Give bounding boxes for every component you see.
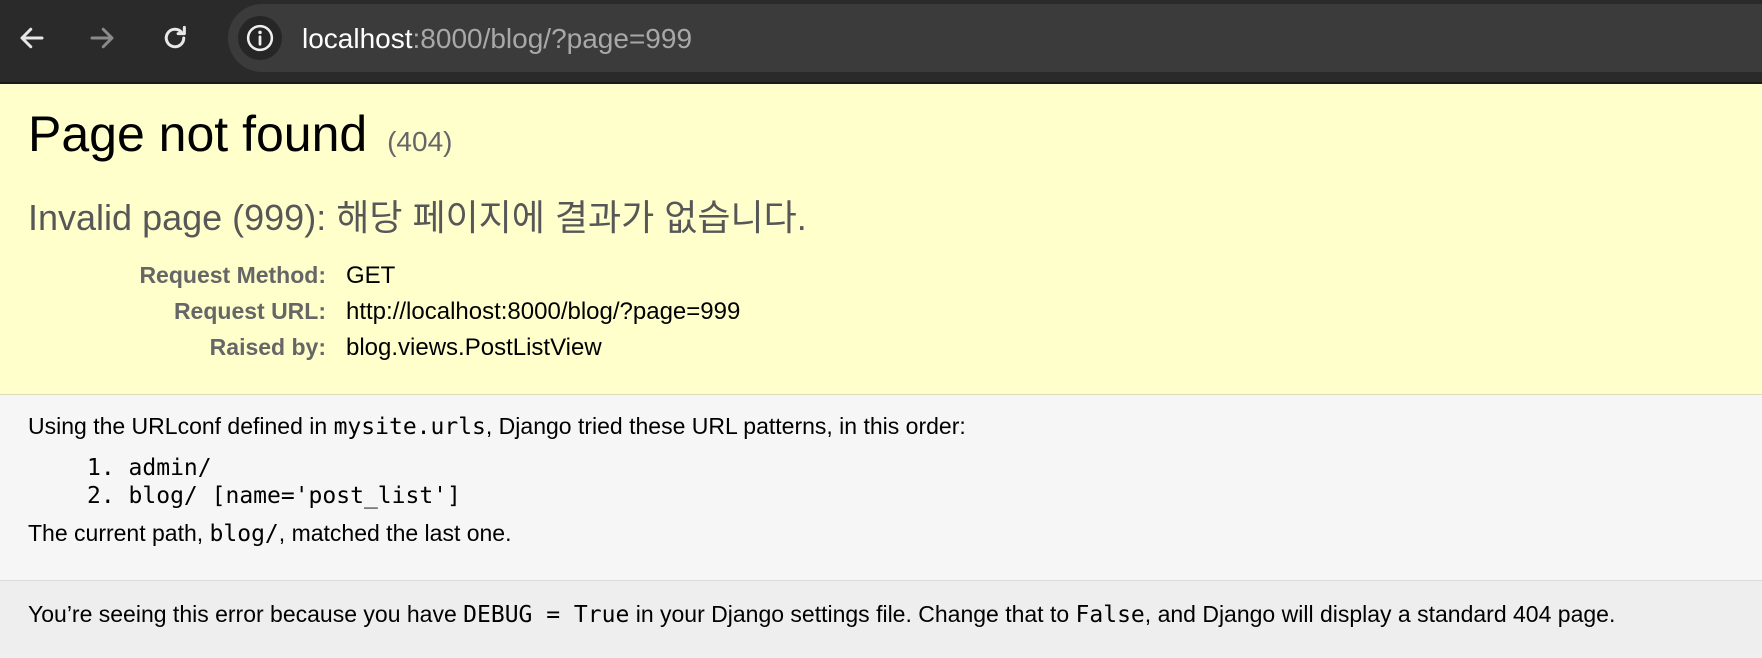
url-text[interactable]: localhost:8000/blog/?page=999 — [302, 23, 692, 55]
request-meta-table: Request Method: GET Request URL: http://… — [28, 258, 740, 366]
raised-by-label: Raised by: — [209, 334, 326, 360]
current-path: blog/ — [209, 521, 279, 547]
list-item: 1. admin/ — [87, 455, 212, 481]
info-circle-icon — [246, 24, 274, 52]
url-host: localhost — [302, 23, 413, 54]
arrow-right-icon — [90, 27, 114, 49]
error-summary: Page not found (404) Invalid page (999):… — [0, 84, 1762, 395]
raised-by-value: blog.views.PostListView — [346, 334, 602, 361]
address-bar[interactable]: localhost:8000/blog/?page=999 — [228, 4, 1762, 72]
reload-icon — [164, 25, 186, 49]
url-path: :8000/blog/?page=999 — [412, 23, 693, 54]
request-url-row: Request URL: http://localhost:8000/blog/… — [28, 294, 740, 330]
current-path-note: The current path, blog/, matched the las… — [28, 520, 1762, 547]
false-code: False — [1075, 602, 1145, 628]
request-url-label: Request URL: — [173, 298, 326, 324]
current-path-text: The current path, — [28, 520, 210, 546]
debug-note-text-end: , and Django will display a standard 404… — [1144, 601, 1616, 627]
urlconf-module: mysite.urls — [333, 414, 486, 440]
page-title-text: Page not found — [28, 106, 368, 162]
urlconf-intro: Using the URLconf defined in mysite.urls… — [28, 413, 1762, 440]
arrow-left-icon — [20, 27, 44, 49]
urlconf-info: Using the URLconf defined in mysite.urls… — [0, 395, 1762, 581]
page-title: Page not found (404) — [28, 104, 1762, 172]
request-url-value: http://localhost:8000/blog/?page=999 — [346, 298, 741, 325]
current-path-text-end: , matched the last one. — [278, 520, 512, 546]
urlconf-intro-text: Using the URLconf defined in — [28, 413, 334, 439]
debug-setting-code: DEBUG = True — [463, 602, 630, 628]
url-patterns-list: 1. admin/ 2. blog/ [name='post_list'] — [28, 454, 1762, 510]
site-info-button[interactable] — [238, 16, 282, 60]
status-code: (404) — [387, 126, 453, 157]
exception-message: Invalid page (999): 해당 페이지에 결과가 없습니다. — [28, 197, 807, 238]
list-item: 2. blog/ [name='post_list'] — [87, 483, 461, 509]
forward-button[interactable] — [82, 18, 122, 58]
urlconf-intro-text-end: , Django tried these URL patterns, in th… — [485, 413, 966, 439]
debug-note-text-mid: in your Django settings file. Change tha… — [629, 601, 1076, 627]
reload-button[interactable] — [155, 18, 195, 58]
back-button[interactable] — [12, 18, 52, 58]
raised-by-row: Raised by: blog.views.PostListView — [28, 330, 740, 366]
debug-explanation: You’re seeing this error because you hav… — [0, 581, 1762, 650]
request-method-value: GET — [346, 262, 396, 289]
browser-toolbar: localhost:8000/blog/?page=999 — [0, 0, 1762, 84]
debug-note-text: You’re seeing this error because you hav… — [28, 601, 464, 627]
request-method-row: Request Method: GET — [28, 258, 740, 294]
request-method-label: Request Method: — [139, 262, 326, 288]
